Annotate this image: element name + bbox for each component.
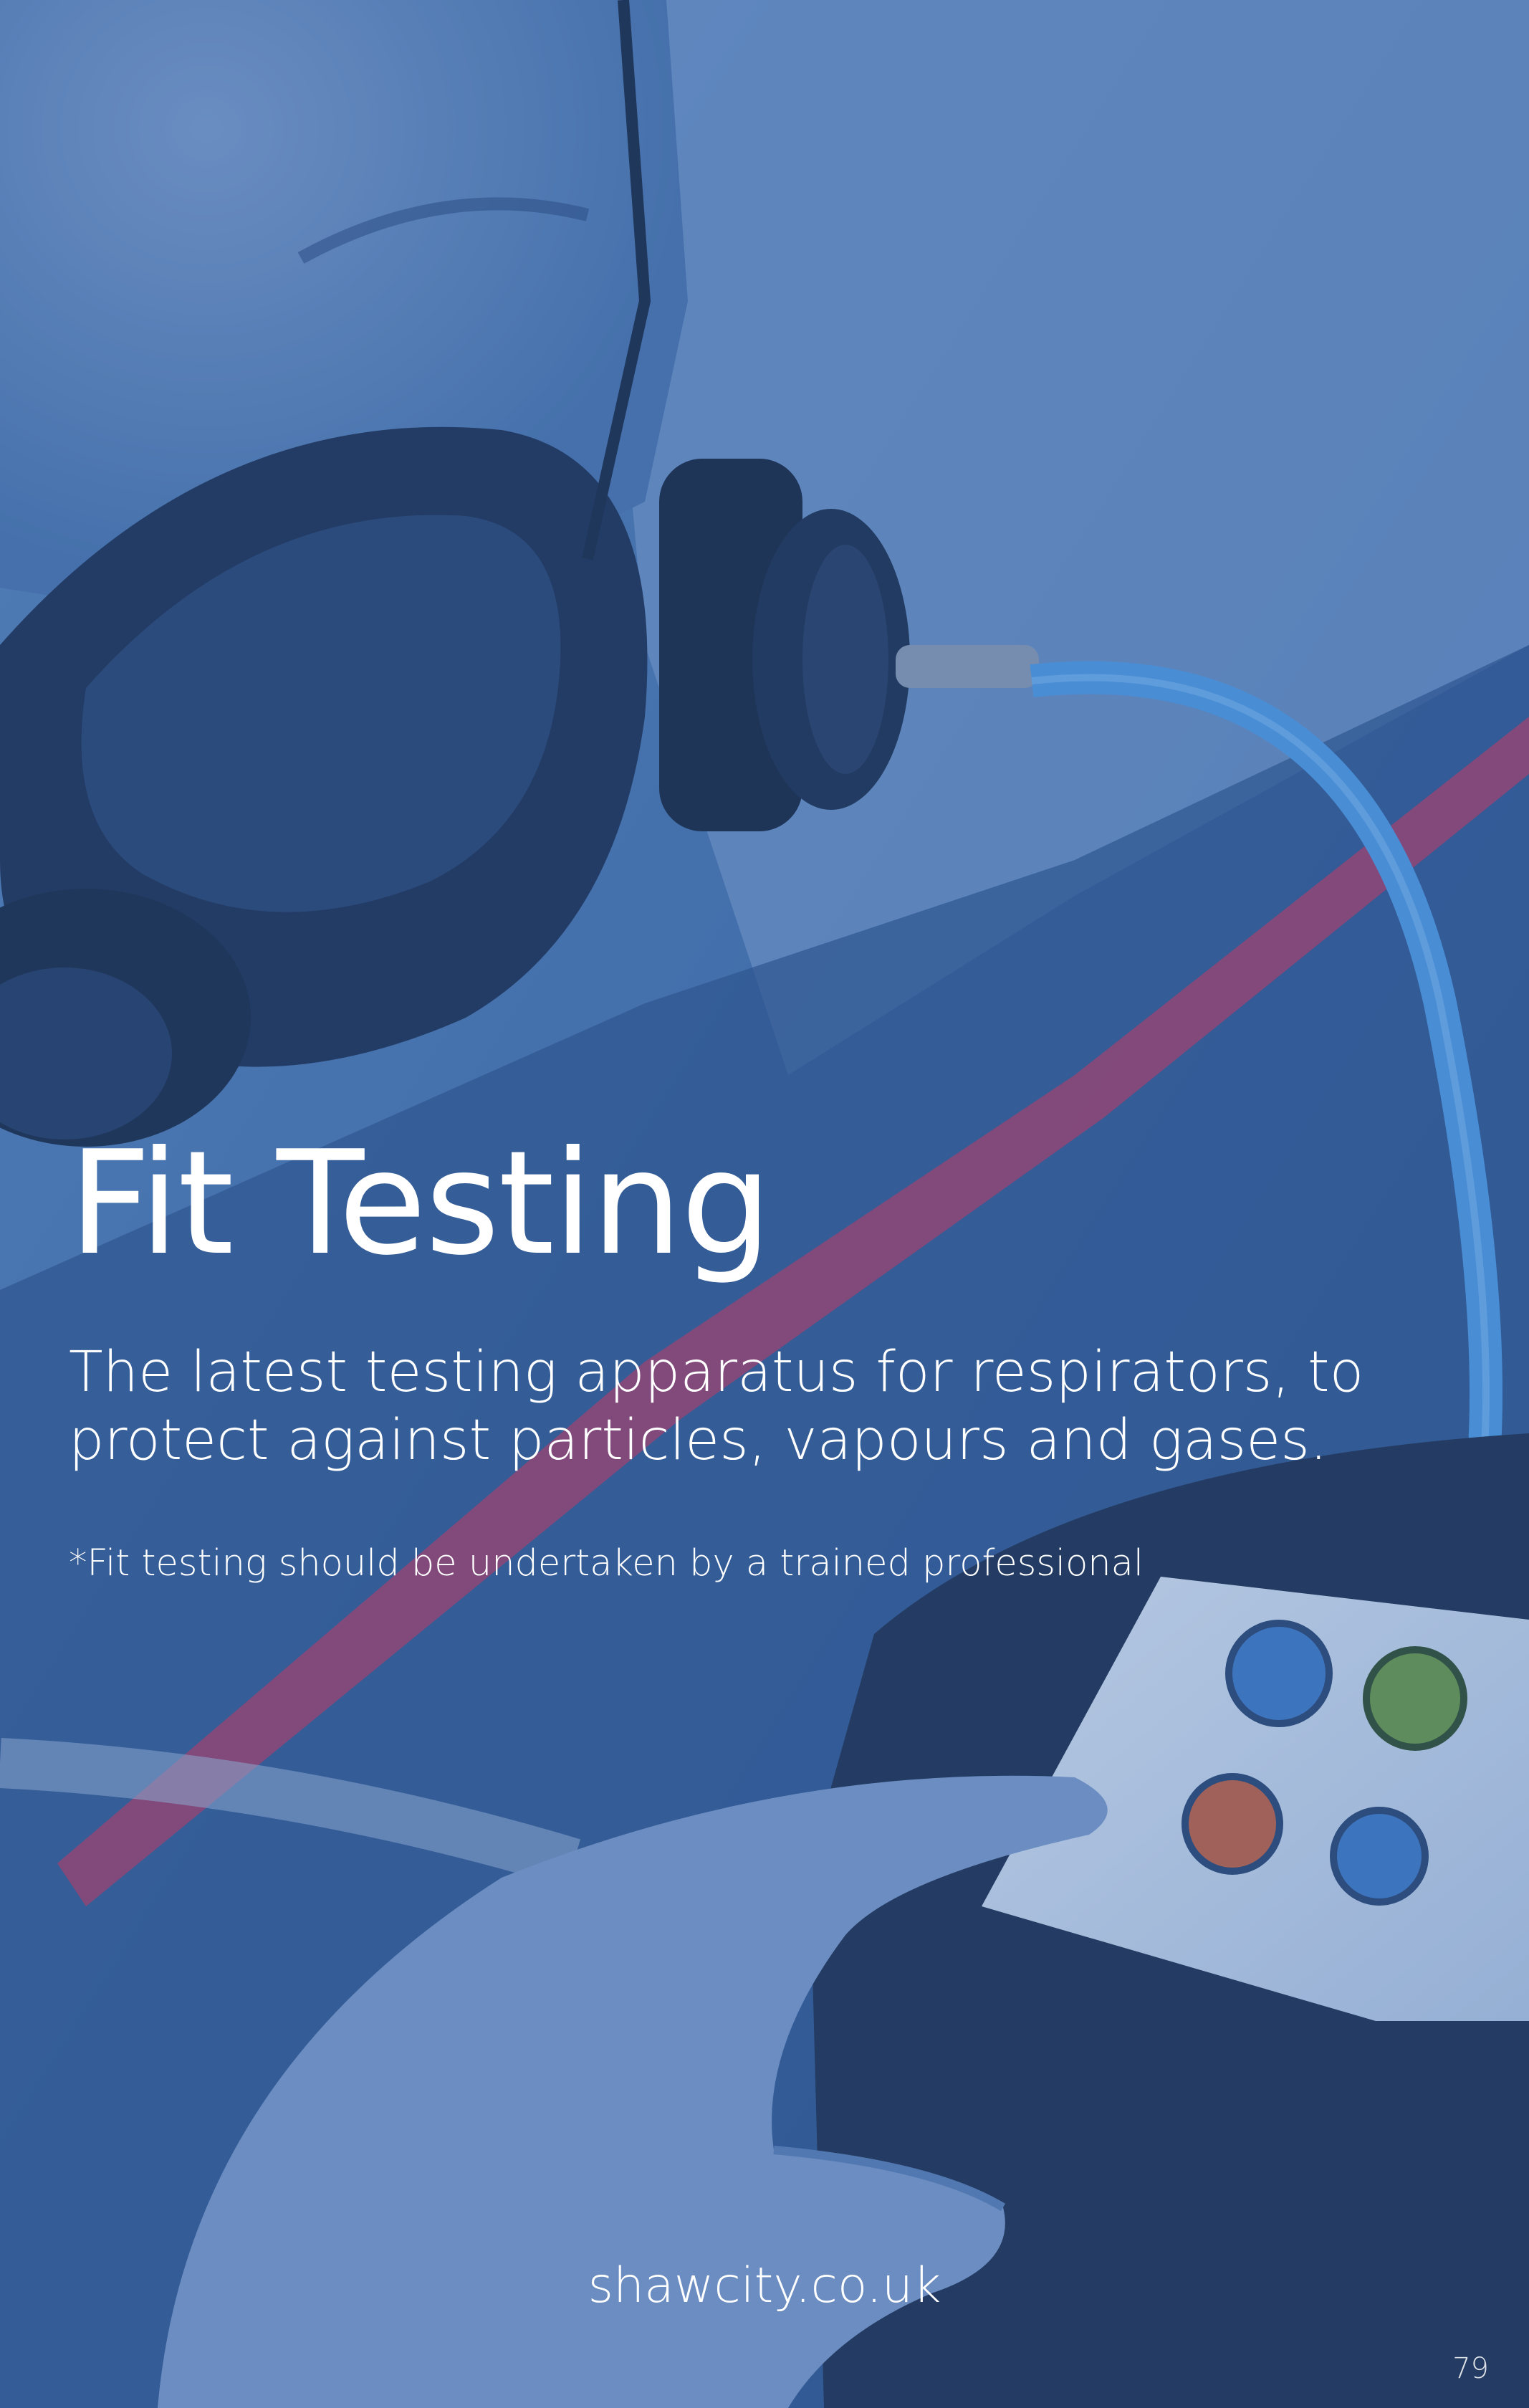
page-title: Fit Testing: [69, 1120, 772, 1287]
page-subtitle: The latest testing apparatus for respira…: [69, 1340, 1364, 1473]
disclaimer-note: *Fit testing should be undertaken by a t…: [69, 1542, 1144, 1585]
page-number: 79: [1452, 2352, 1489, 2385]
website-link[interactable]: shawcity.co.uk: [0, 2258, 1529, 2314]
